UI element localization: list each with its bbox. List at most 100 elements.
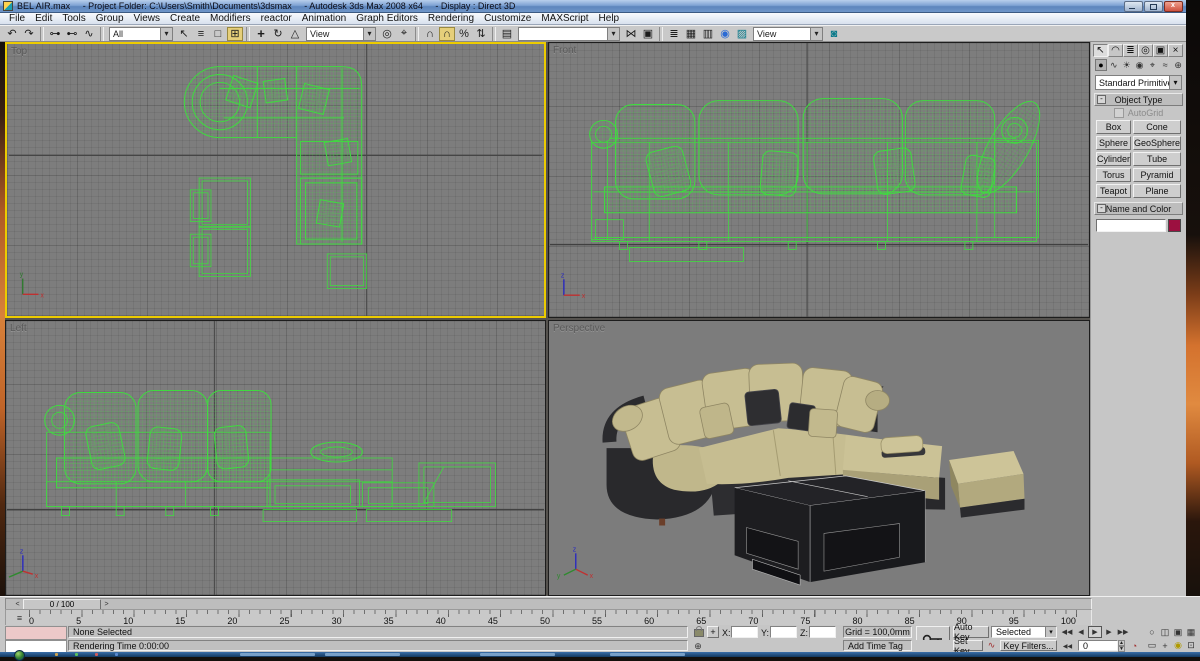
- percent-snap-icon[interactable]: %: [456, 27, 472, 41]
- primitive-button[interactable]: Tube: [1133, 152, 1181, 166]
- maximize-button[interactable]: [1144, 1, 1163, 12]
- set-key-button[interactable]: Set Key: [953, 640, 983, 651]
- quick-launch-icon[interactable]: [95, 653, 98, 656]
- selection-region-icon[interactable]: □: [210, 27, 226, 41]
- selected-dropdown[interactable]: Selected ▾: [991, 626, 1057, 638]
- key-filters-button[interactable]: Key Filters...: [1000, 640, 1057, 651]
- tab-modify[interactable]: ◠: [1108, 44, 1123, 57]
- object-name-field[interactable]: [1096, 219, 1166, 232]
- select-move-icon[interactable]: +: [253, 27, 269, 41]
- primitive-button[interactable]: Sphere: [1096, 136, 1131, 150]
- arc-rotate-icon[interactable]: ◉: [1172, 640, 1184, 651]
- category-systems-icon[interactable]: ⊕: [1172, 59, 1184, 71]
- new-key-curve-icon[interactable]: ∿: [985, 640, 998, 651]
- zoom-all-icon[interactable]: ◫: [1159, 626, 1171, 638]
- render-setup-icon[interactable]: ▨: [734, 27, 750, 41]
- field-of-view-icon[interactable]: ▭: [1146, 640, 1158, 651]
- quick-launch-icon[interactable]: [115, 653, 118, 656]
- toolbar-separator[interactable]: [246, 27, 250, 41]
- window-crossing-icon[interactable]: ⊞: [227, 27, 243, 41]
- tab-utilities[interactable]: ×: [1168, 44, 1183, 57]
- edit-named-sets-icon[interactable]: ▤: [499, 27, 515, 41]
- mirror-icon[interactable]: ⋈: [623, 27, 639, 41]
- zoom-extents-all-icon[interactable]: ▦: [1185, 626, 1197, 638]
- undo-icon[interactable]: ↶: [4, 27, 20, 41]
- play-button[interactable]: ▶: [1088, 626, 1102, 638]
- absolute-mode-icon[interactable]: +: [707, 626, 719, 638]
- taskbar-window-button[interactable]: [610, 653, 685, 656]
- tab-motion[interactable]: ◎: [1138, 44, 1153, 57]
- use-pivot-center-icon[interactable]: ◎: [379, 27, 395, 41]
- toolbar-separator[interactable]: [100, 27, 104, 41]
- primitive-button[interactable]: Box: [1096, 120, 1131, 134]
- category-shapes-icon[interactable]: ∿: [1108, 59, 1120, 71]
- render-view-dropdown[interactable]: View: [753, 27, 823, 41]
- taskbar-window-button[interactable]: [240, 653, 315, 656]
- select-manipulate-icon[interactable]: ⌖: [396, 27, 412, 41]
- collapse-icon[interactable]: -: [1097, 95, 1106, 104]
- select-link-icon[interactable]: ⊶: [47, 27, 63, 41]
- spinner-snap-icon[interactable]: ⇅: [473, 27, 489, 41]
- tab-create[interactable]: ↖: [1093, 44, 1108, 57]
- toolbar-separator[interactable]: [492, 27, 496, 41]
- object-color-swatch[interactable]: [1168, 219, 1181, 232]
- select-rotate-icon[interactable]: ↻: [270, 27, 286, 41]
- angle-snap-icon[interactable]: ∩: [439, 27, 455, 41]
- schematic-view-icon[interactable]: ▥: [700, 27, 716, 41]
- minimize-button[interactable]: [1124, 1, 1143, 12]
- min-max-toggle-icon[interactable]: ⊡: [1185, 640, 1197, 651]
- frame-spinner[interactable]: ▲▼: [1118, 640, 1125, 652]
- go-to-end-button[interactable]: ▶▶: [1116, 626, 1130, 638]
- category-cameras-icon[interactable]: ◉: [1134, 59, 1146, 71]
- collapse-icon[interactable]: -: [1097, 204, 1106, 213]
- close-button[interactable]: x: [1164, 1, 1183, 12]
- snap-toggle-3d-icon[interactable]: ∩: [422, 27, 438, 41]
- next-frame-button[interactable]: ▶: [1102, 626, 1116, 638]
- toolbar-separator[interactable]: [415, 27, 419, 41]
- taskbar-window-button[interactable]: [325, 653, 400, 656]
- tab-display[interactable]: ▣: [1153, 44, 1168, 57]
- category-helpers-icon[interactable]: ⌖: [1146, 59, 1158, 71]
- primitive-button[interactable]: GeoSphere: [1133, 136, 1181, 150]
- next-frame-arrow[interactable]: >: [102, 600, 111, 609]
- primitive-button[interactable]: Torus: [1096, 168, 1131, 182]
- primitive-button[interactable]: Plane: [1133, 184, 1181, 198]
- name-color-rollout-header[interactable]: - Name and Color: [1094, 202, 1183, 215]
- prev-frame-button[interactable]: ◀: [1074, 626, 1088, 638]
- key-mode-toggle-icon[interactable]: ◀◀: [1060, 641, 1075, 651]
- go-to-start-button[interactable]: ◀◀: [1060, 626, 1074, 638]
- pan-icon[interactable]: +: [1159, 640, 1171, 651]
- prev-frame-arrow[interactable]: <: [13, 600, 22, 609]
- current-frame-field[interactable]: 0: [1078, 640, 1118, 651]
- align-icon[interactable]: ▣: [640, 27, 656, 41]
- selection-filter-dropdown[interactable]: All: [109, 27, 173, 41]
- time-configuration-icon[interactable]: ◔: [1128, 640, 1141, 651]
- bind-spacewarp-icon[interactable]: ∿: [81, 27, 97, 41]
- select-scale-icon[interactable]: △: [287, 27, 303, 41]
- material-editor-icon[interactable]: ◉: [717, 27, 733, 41]
- zoom-extents-icon[interactable]: ▣: [1172, 626, 1184, 638]
- selection-lock-icon[interactable]: [694, 629, 704, 637]
- add-time-tag[interactable]: Add Time Tag: [843, 640, 912, 651]
- primitive-button[interactable]: Teapot: [1096, 184, 1131, 198]
- toolbar-separator[interactable]: [40, 27, 44, 41]
- viewport-top[interactable]: Top: [5, 42, 546, 318]
- z-coord-field[interactable]: [809, 626, 836, 638]
- object-type-rollout-header[interactable]: - Object Type: [1094, 93, 1183, 106]
- select-by-name-icon[interactable]: ≡: [193, 27, 209, 41]
- tab-hierarchy[interactable]: ≣: [1123, 44, 1138, 57]
- category-spacewarps-icon[interactable]: ≈: [1159, 59, 1171, 71]
- primitive-button[interactable]: Cone: [1133, 120, 1181, 134]
- quick-launch-icon[interactable]: [75, 653, 78, 656]
- category-geometry-icon[interactable]: ●: [1095, 59, 1107, 71]
- redo-icon[interactable]: ↷: [21, 27, 37, 41]
- curve-editor-icon[interactable]: ▦: [683, 27, 699, 41]
- taskbar-window-button[interactable]: [480, 653, 555, 656]
- layer-manager-icon[interactable]: ≣: [666, 27, 682, 41]
- start-orb-icon[interactable]: [14, 650, 25, 661]
- mini-curve-editor-icon[interactable]: ≡: [13, 612, 26, 623]
- primitive-button[interactable]: Pyramid: [1133, 168, 1181, 182]
- select-object-icon[interactable]: ↖: [176, 27, 192, 41]
- windows-taskbar[interactable]: [0, 652, 1200, 657]
- unlink-selection-icon[interactable]: ⊷: [64, 27, 80, 41]
